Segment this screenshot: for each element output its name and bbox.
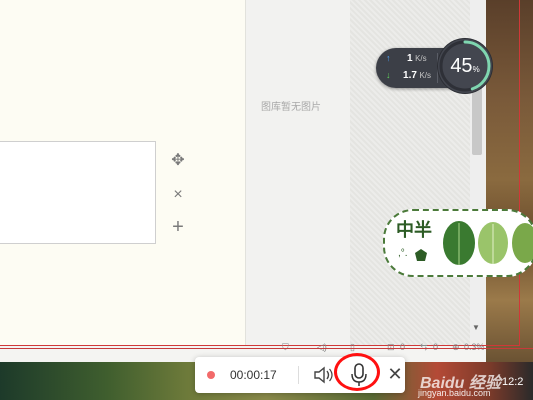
scroll-down-arrow-icon[interactable]: ▼ [472,323,480,332]
status-value-a: 0 [400,342,406,352]
add-icon[interactable]: + [168,217,188,237]
usage-unit: % [472,65,480,74]
upload-value: 1 [407,53,413,64]
usage-value: 45 [450,55,473,77]
delete-icon[interactable]: × [168,185,188,205]
download-speed: ↓ 1.7 K/s [386,70,431,81]
speaker-icon[interactable] [312,364,334,386]
watermark-url: jingyan.baidu.com [418,388,491,398]
shirt-icon [415,249,427,261]
recording-timer: 00:00:17 [230,368,277,382]
download-arrow-icon: ↓ [386,70,391,80]
recording-indicator-icon [207,371,215,379]
sticker-subtext: ,°. [398,248,408,259]
leaf-icon [478,222,508,264]
download-unit: K/s [419,71,431,80]
download-value: 1.7 [403,70,417,81]
taskbar-clock[interactable]: 12:2 [502,376,523,388]
move-icon[interactable]: ✥ [168,151,188,171]
upload-unit: K/s [415,54,427,63]
empty-gallery-text: 图库暂无图片 [261,102,321,113]
toolbar-divider [298,366,299,384]
red-accent-line [0,348,533,349]
leaf-icon [443,221,475,265]
sticker-text: 中半 [396,220,432,241]
microphone-highlight-circle [334,353,380,391]
upload-arrow-icon: ↑ [386,53,391,63]
status-percent: 0.3% [464,342,485,352]
image-placeholder-box[interactable] [0,141,156,244]
status-value-b: 0 [433,342,439,352]
leaf-icon [512,223,533,263]
desktop-wallpaper-strip [486,0,533,400]
gallery-list [246,0,350,346]
upload-speed: ↑ 1 K/s [386,53,427,64]
close-recording-button[interactable]: ✕ [384,363,406,385]
usage-percent: 45% [438,54,492,82]
